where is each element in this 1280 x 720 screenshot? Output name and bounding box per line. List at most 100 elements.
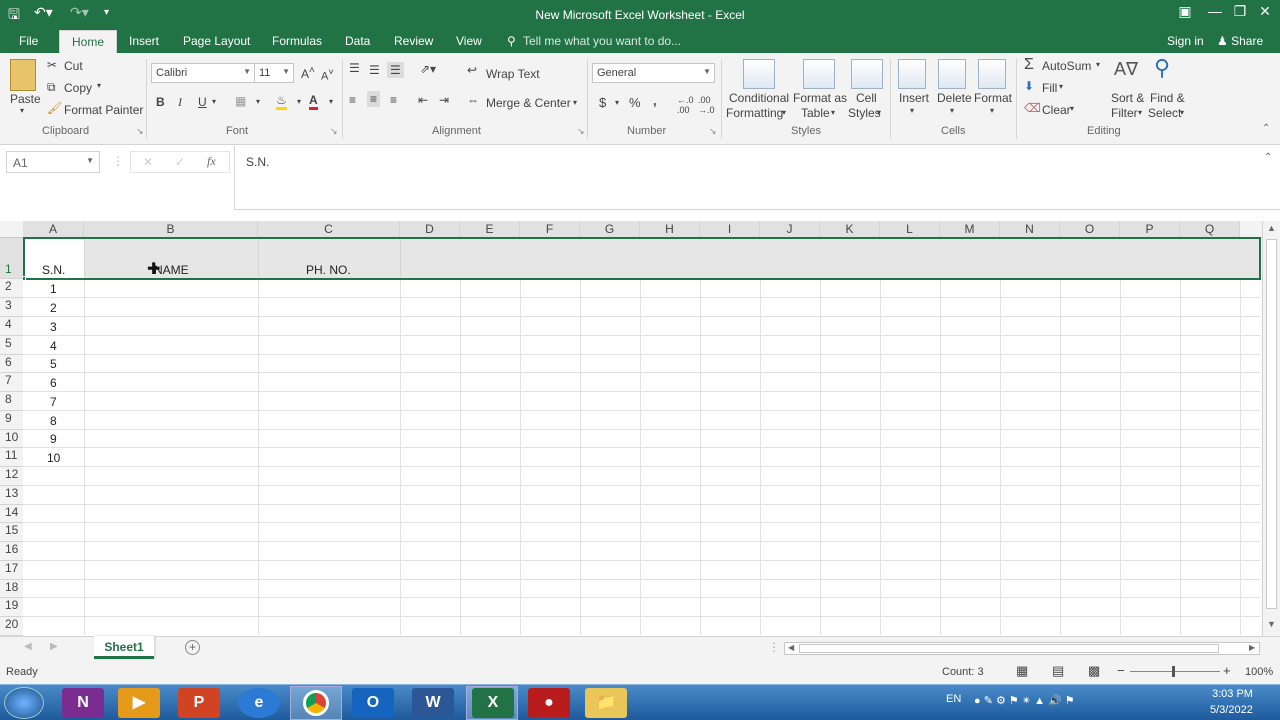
row-header[interactable]: 16 — [0, 542, 23, 561]
scroll-thumb[interactable] — [1266, 239, 1277, 609]
column-header[interactable]: L — [880, 221, 940, 238]
normal-view-icon[interactable]: ▦ — [1016, 663, 1028, 679]
align-center-icon[interactable]: ≡ — [367, 91, 381, 107]
cell-value[interactable]: 3 — [50, 320, 57, 334]
insert-cells-button[interactable]: Insert — [899, 91, 929, 105]
row-header[interactable]: 1 — [0, 238, 23, 279]
column-header[interactable]: B — [84, 221, 258, 238]
cell-a1[interactable]: S.N. — [42, 263, 65, 277]
page-break-view-icon[interactable]: ▩ — [1088, 663, 1100, 679]
fill-dropdown-icon[interactable]: ▾ — [297, 97, 301, 106]
font-name-combo[interactable]: Calibri ▼ — [151, 63, 255, 83]
tab-data[interactable]: Data — [345, 34, 370, 48]
zoom-level[interactable]: 100% — [1245, 666, 1273, 678]
scroll-left-icon[interactable]: ◀ — [788, 643, 794, 652]
font-launcher-icon[interactable]: ↘ — [330, 126, 338, 137]
zoom-out-button[interactable]: − — [1117, 663, 1125, 678]
sign-in-link[interactable]: Sign in — [1167, 34, 1204, 48]
underline-button[interactable]: U — [198, 95, 207, 109]
tab-formulas[interactable]: Formulas — [272, 34, 322, 48]
cell-value[interactable]: 2 — [50, 301, 57, 315]
number-launcher-icon[interactable]: ↘ — [709, 126, 717, 137]
zoom-in-button[interactable]: + — [1223, 663, 1231, 678]
comma-button[interactable]: , — [653, 93, 657, 108]
decrease-decimal-icon[interactable]: .00 →.0 — [698, 95, 715, 115]
word-icon[interactable]: W — [412, 688, 454, 718]
cell-value[interactable]: 10 — [47, 451, 60, 465]
column-header[interactable]: D — [400, 221, 460, 238]
cell-c1[interactable]: PH. NO. — [306, 263, 351, 277]
vertical-scrollbar[interactable]: ▲ ▼ — [1262, 221, 1280, 636]
h-scroll-thumb[interactable] — [799, 644, 1219, 653]
formula-collapse-icon[interactable]: ⌃ — [1264, 152, 1272, 163]
column-header[interactable]: G — [580, 221, 640, 238]
insert-function-button[interactable]: fx — [207, 154, 216, 169]
tab-file[interactable]: File — [19, 34, 38, 48]
clear-button[interactable]: Clear — [1042, 103, 1071, 117]
format-as-table-button[interactable]: Format as — [793, 91, 847, 105]
grow-font-icon[interactable]: A˄ — [301, 65, 315, 81]
font-color-dropdown-icon[interactable]: ▾ — [329, 97, 333, 106]
row-header[interactable]: 18 — [0, 580, 23, 598]
zoom-slider[interactable] — [1130, 671, 1220, 672]
row-header[interactable]: 8 — [0, 392, 23, 411]
screen-recorder-icon[interactable]: ● — [528, 688, 570, 718]
alignment-launcher-icon[interactable]: ↘ — [577, 126, 585, 137]
drag-handle-icon[interactable]: ⋮ — [112, 154, 124, 168]
font-color-icon[interactable]: A — [309, 93, 318, 110]
orientation-icon[interactable]: ⇗▾ — [420, 62, 436, 76]
ribbon-options-icon[interactable]: ▣ — [1170, 3, 1200, 20]
media-player-icon[interactable]: ▶ — [118, 688, 160, 718]
tab-review[interactable]: Review — [394, 34, 433, 48]
powerpoint-icon[interactable]: P — [178, 688, 220, 718]
file-explorer-icon[interactable]: 📁 — [585, 688, 627, 718]
chrome-taskbar-button[interactable] — [290, 686, 342, 720]
align-left-icon[interactable]: ≡ — [349, 93, 356, 107]
fill-color-icon[interactable]: ♨ — [276, 93, 287, 110]
page-layout-view-icon[interactable]: ▤ — [1052, 663, 1064, 679]
increase-decimal-icon[interactable]: ←.0.00 — [677, 95, 694, 115]
tab-page-layout[interactable]: Page Layout — [183, 34, 250, 48]
row-header[interactable]: 12 — [0, 467, 23, 486]
onenote-icon[interactable]: N — [62, 688, 104, 718]
tab-insert[interactable]: Insert — [129, 34, 159, 48]
column-header[interactable]: P — [1120, 221, 1180, 238]
paste-dropdown-icon[interactable]: ▾ — [20, 106, 24, 115]
decrease-indent-icon[interactable]: ⇤ — [418, 93, 428, 107]
clipboard-launcher-icon[interactable]: ↘ — [136, 126, 144, 137]
paste-button[interactable]: Paste — [10, 92, 41, 106]
column-header[interactable]: O — [1060, 221, 1120, 238]
collapse-ribbon-icon[interactable]: ⌃ — [1262, 123, 1270, 134]
internet-explorer-icon[interactable]: e — [238, 688, 280, 718]
column-header[interactable]: E — [460, 221, 520, 238]
cell-value[interactable]: 4 — [50, 339, 57, 353]
paste-icon[interactable] — [10, 59, 36, 91]
scroll-right-icon[interactable]: ▶ — [1249, 643, 1255, 652]
currency-dropdown-icon[interactable]: ▾ — [615, 98, 619, 107]
italic-button[interactable]: I — [178, 95, 182, 110]
conditional-formatting-button[interactable]: Conditional — [729, 91, 789, 105]
zoom-slider-thumb[interactable] — [1172, 666, 1175, 677]
cell-value[interactable]: 8 — [50, 414, 57, 428]
row-header[interactable]: 9 — [0, 411, 23, 430]
row-header[interactable]: 3 — [0, 298, 23, 317]
column-header[interactable]: K — [820, 221, 880, 238]
borders-icon[interactable]: ▦ — [235, 94, 246, 108]
find-select-button[interactable]: Find & — [1150, 91, 1185, 105]
share-button[interactable]: ♟ Share — [1217, 34, 1263, 48]
column-header[interactable]: F — [520, 221, 580, 238]
middle-align-icon[interactable]: ☰ — [369, 63, 380, 77]
close-button[interactable]: ✕ — [1250, 3, 1280, 20]
align-right-icon[interactable]: ≡ — [390, 93, 397, 107]
column-header[interactable]: N — [1000, 221, 1060, 238]
bold-button[interactable]: B — [156, 95, 165, 109]
excel-taskbar-button[interactable]: X — [466, 686, 518, 720]
row-header[interactable]: 4 — [0, 317, 23, 336]
percent-button[interactable]: % — [629, 95, 641, 110]
column-header[interactable]: I — [700, 221, 760, 238]
prev-sheet-icon[interactable]: ◀ — [24, 641, 32, 652]
top-align-icon[interactable]: ☰ — [349, 61, 360, 75]
column-header[interactable]: Q — [1180, 221, 1240, 238]
sort-filter-button[interactable]: Sort & — [1111, 91, 1144, 105]
cell-value[interactable]: 9 — [50, 432, 57, 446]
